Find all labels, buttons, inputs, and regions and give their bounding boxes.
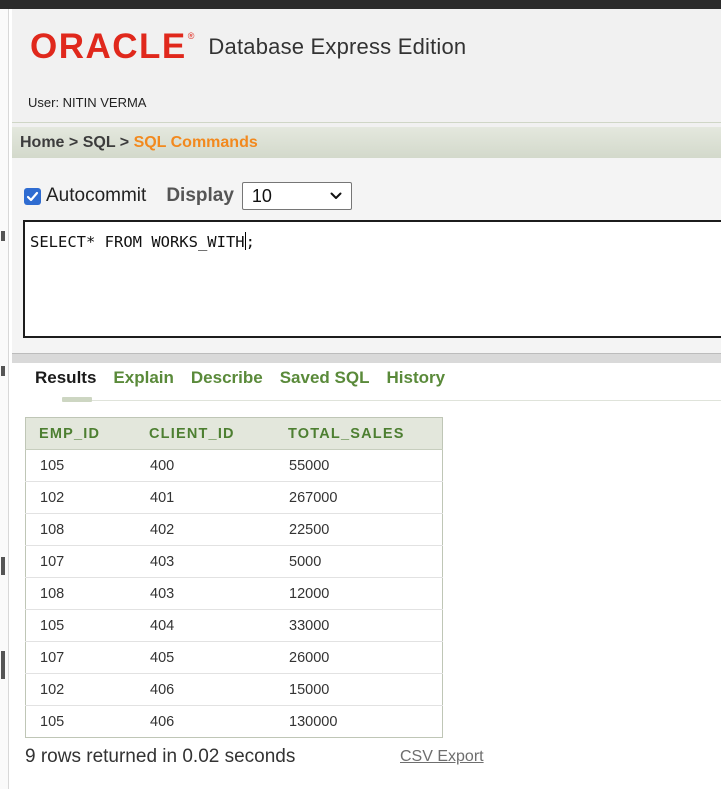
cell-emp-id: 105 (25, 449, 136, 482)
breadcrumb-sql[interactable]: SQL (83, 134, 116, 151)
table-row: 107 405 26000 (25, 641, 443, 674)
cell-total-sales: 267000 (275, 481, 443, 514)
table-row: 102 406 15000 (25, 673, 443, 706)
cell-client-id: 405 (136, 641, 275, 674)
display-label: Display (166, 185, 234, 206)
tab-explain[interactable]: Explain (113, 368, 173, 388)
edge-mark (1, 557, 5, 575)
tabs-divider (92, 400, 721, 401)
command-toolbar: Autocommit Display 10 (24, 182, 352, 210)
cell-client-id: 403 (136, 545, 275, 578)
brand-wordmark: ORACLE (30, 27, 187, 66)
table-row: 108 402 22500 (25, 513, 443, 546)
column-header-emp-id: EMP_ID (25, 417, 136, 450)
cell-client-id: 404 (136, 609, 275, 642)
tab-results[interactable]: Results (35, 368, 96, 388)
cell-total-sales: 130000 (289, 713, 338, 730)
tab-describe[interactable]: Describe (191, 368, 263, 388)
breadcrumb-current: SQL Commands (133, 134, 258, 151)
left-edge-strip (0, 9, 9, 789)
breadcrumb-home[interactable]: Home (20, 134, 64, 151)
checkmark-icon (26, 191, 39, 201)
edge-mark (1, 366, 5, 376)
cell-emp-id: 107 (25, 545, 136, 578)
cell-total-sales: 55000 (275, 449, 443, 482)
oracle-logo: ORACLE ® Database Express Edition (30, 29, 466, 65)
breadcrumb-separator: > (68, 134, 79, 151)
cell-client-id: 402 (136, 513, 275, 546)
product-name: Database Express Edition (208, 34, 467, 59)
cell-client-id: 406 (136, 673, 275, 706)
cell-total-sales: 33000 (275, 609, 443, 642)
cell-emp-id: 107 (25, 641, 136, 674)
registered-mark: ® (187, 31, 195, 41)
breadcrumb: Home > SQL > SQL Commands (12, 127, 721, 159)
table-row: 105 400 55000 (25, 449, 443, 482)
table-row: 108 403 12000 (25, 577, 443, 610)
autocommit-checkbox[interactable] (24, 187, 41, 205)
cell-emp-id: 108 (25, 513, 136, 546)
cell-emp-id: 102 (25, 481, 136, 514)
cell-total-sales: 12000 (275, 577, 443, 610)
cell-total-sales: 22500 (275, 513, 443, 546)
pane-splitter[interactable] (12, 353, 721, 363)
cell-client-id: 406 (150, 713, 175, 730)
tab-history[interactable]: History (386, 368, 445, 388)
cell-emp-id: 105 (40, 713, 65, 730)
cell-emp-id: 108 (25, 577, 136, 610)
table-row: 102 401 267000 (25, 481, 443, 514)
cell-client-id: 400 (136, 449, 275, 482)
rows-returned-summary: 9 rows returned in 0.02 seconds (25, 746, 296, 767)
cell-emp-id: 105 (25, 609, 136, 642)
table-row: 105 404 33000 (25, 609, 443, 642)
results-tabs: Results Explain Describe Saved SQL Histo… (35, 368, 462, 388)
results-table: EMP_ID CLIENT_ID TOTAL_SALES 105 400 55000… (25, 417, 443, 738)
tab-saved-sql[interactable]: Saved SQL (280, 368, 370, 388)
cell-total-sales: 26000 (275, 641, 443, 674)
autocommit-label[interactable]: Autocommit (46, 185, 146, 207)
column-header-total-sales: TOTAL_SALES (275, 417, 443, 450)
chevron-down-icon (330, 192, 342, 199)
display-rows-value: 10 (251, 185, 272, 206)
sql-editor[interactable]: SELECT* FROM WORKS_WITH; (23, 220, 721, 338)
user-label: User: NITIN VERMA (28, 95, 147, 110)
app-header: ORACLE ® Database Express Edition User: … (12, 9, 721, 129)
table-header-row: EMP_ID CLIENT_ID TOTAL_SALES (25, 417, 443, 450)
edge-mark (1, 651, 5, 679)
header-divider (12, 122, 721, 123)
cell-total-sales: 15000 (275, 673, 443, 706)
breadcrumb-separator: > (119, 134, 130, 151)
cell-total-sales: 5000 (275, 545, 443, 578)
csv-export-link[interactable]: CSV Export (400, 748, 484, 766)
table-row: 107 403 5000 (25, 545, 443, 578)
display-rows-select[interactable]: 10 (241, 182, 352, 210)
active-tab-indicator (62, 397, 92, 402)
column-header-client-id: CLIENT_ID (136, 417, 275, 450)
sql-editor-text: SELECT* FROM WORKS_WITH; (30, 232, 255, 251)
window-top-bar (0, 0, 721, 9)
edge-mark (1, 231, 5, 241)
cell-client-id: 401 (136, 481, 275, 514)
table-row: 105 406 130000 (26, 706, 443, 738)
cell-client-id: 403 (136, 577, 275, 610)
cell-emp-id: 102 (25, 673, 136, 706)
